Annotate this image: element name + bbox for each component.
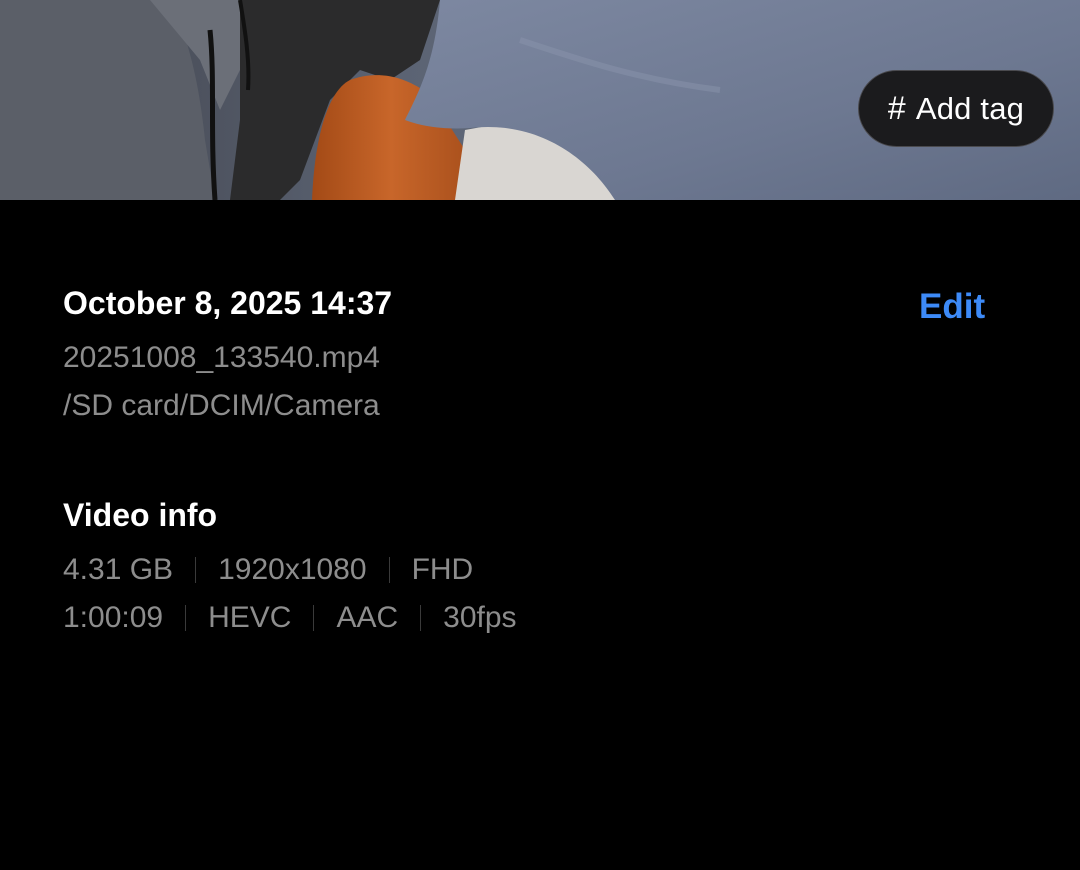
video-info-row-1: 4.31 GB 1920x1080 FHD [63,553,473,587]
divider [313,605,315,631]
frame-rate: 30fps [443,601,517,634]
resolution: 1920x1080 [218,553,367,586]
date-time: October 8, 2025 14:37 [63,285,393,321]
add-tag-label: Add tag [915,90,1025,126]
video-info-title: Video info [63,497,218,533]
video-info-row-2: 1:00:09 HEVC AAC 30fps [63,601,517,635]
hash-icon: # [887,90,906,126]
file-size: 4.31 GB [63,553,174,586]
file-path: /SD card/DCIM/Camera [63,389,380,422]
edit-button[interactable]: Edit [919,287,985,327]
divider [388,557,390,583]
divider [195,557,197,583]
divider [185,605,187,631]
file-name: 20251008_133540.mp4 [63,341,380,374]
video-preview[interactable]: # Add tag [0,0,1080,200]
audio-codec: AAC [336,601,399,634]
quality-badge: FHD [411,553,474,586]
divider [420,605,422,631]
video-codec: HEVC [208,601,292,634]
add-tag-button[interactable]: # Add tag [858,70,1054,147]
duration: 1:00:09 [63,601,164,634]
